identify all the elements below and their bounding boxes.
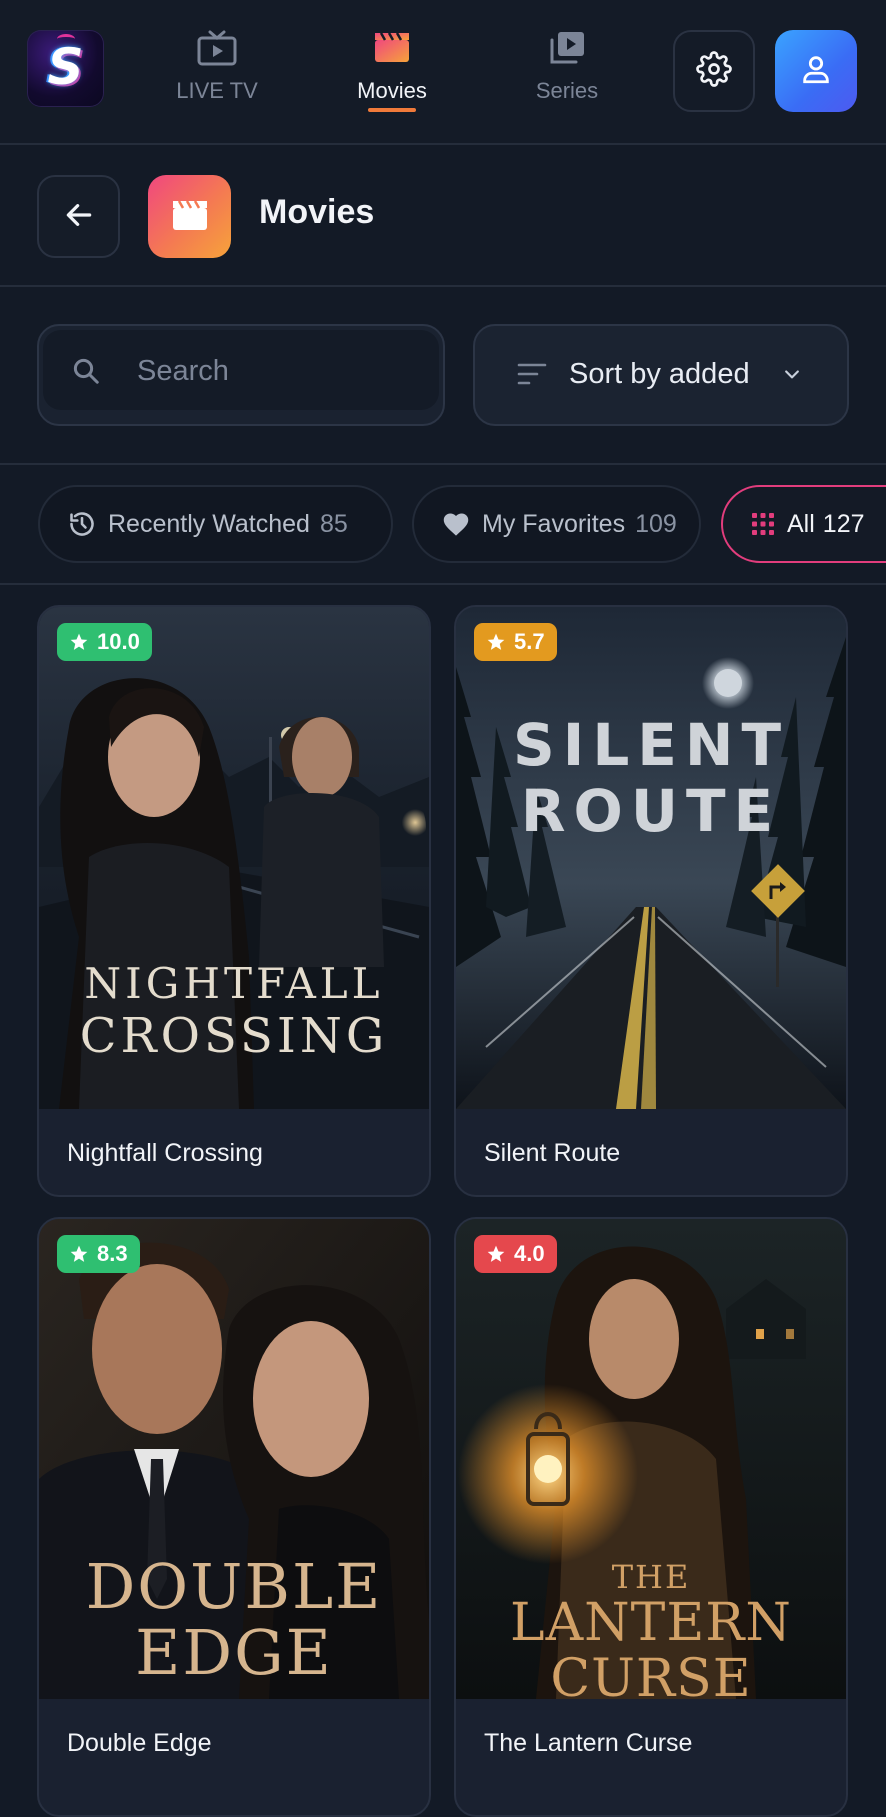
rating-value: 5.7 (514, 629, 545, 654)
user-icon (799, 52, 833, 90)
chip-count: 85 (319, 509, 348, 538)
poster-title-line: CURSE (550, 1649, 752, 1699)
rating-badge: 8.3 (57, 1235, 140, 1273)
profile-button[interactable] (775, 30, 857, 112)
movie-title: Double Edge (67, 1729, 212, 1757)
movie-title: Nightfall Crossing (67, 1139, 263, 1167)
heart-icon (442, 511, 470, 537)
sort-label: Sort by added (569, 358, 750, 390)
rating-value: 4.0 (514, 1241, 545, 1266)
movie-poster[interactable]: SILENT ROUTE (456, 607, 846, 1109)
star-icon (70, 1245, 88, 1262)
active-tab-indicator (368, 108, 416, 112)
movie-title: Silent Route (484, 1139, 621, 1167)
history-icon (68, 510, 96, 538)
page-title: Movies (259, 193, 375, 231)
search-field[interactable] (43, 330, 439, 410)
rating-value: 10.0 (97, 629, 140, 654)
clapperboard-icon (373, 30, 411, 68)
star-icon (70, 633, 88, 650)
poster-title-text: THE LANTERN CURSE (456, 1559, 846, 1699)
chip-count: 109 (635, 509, 677, 538)
rating-badge: 10.0 (57, 623, 152, 661)
search-sort-toolbar: Sort by added (0, 287, 886, 465)
rating-badge: 5.7 (474, 623, 557, 661)
movie-card[interactable]: THE LANTERN CURSE 4.0 The Lantern Curse (454, 1217, 848, 1817)
chip-label: My Favorites (482, 509, 626, 538)
poster-title-line: NIGHTFALL (84, 959, 384, 1008)
poster-title-text: DOUBLE EDGE (39, 1554, 429, 1686)
nav-label-movies: Movies (357, 78, 427, 103)
poster-title-line: LANTERN (510, 1593, 792, 1653)
star-icon (487, 633, 505, 650)
sort-dropdown[interactable]: Sort by added (473, 324, 849, 426)
movie-poster[interactable]: DOUBLE EDGE (39, 1219, 429, 1699)
rating-badge: 4.0 (474, 1235, 557, 1273)
chip-recently-watched[interactable]: Recently Watched 85 (38, 485, 393, 563)
poster-title-text: SILENT ROUTE (456, 712, 846, 844)
chip-count: 127 (822, 509, 865, 538)
movies-section-icon (148, 175, 231, 258)
grid-icon (751, 512, 775, 536)
movie-title: The Lantern Curse (484, 1729, 693, 1757)
movie-card[interactable]: SILENT ROUTE 5.7 Silent Route (454, 605, 848, 1197)
nav-item-movies[interactable]: Movies (340, 28, 444, 118)
nav-label-live-tv: LIVE TV (176, 78, 258, 103)
app-logo[interactable]: S (27, 30, 104, 107)
search-input[interactable] (135, 348, 425, 394)
settings-button[interactable] (673, 30, 755, 112)
movie-card[interactable]: DOUBLE EDGE 8.3 Double Edge (37, 1217, 431, 1817)
chip-my-favorites[interactable]: My Favorites 109 (412, 485, 701, 563)
poster-title-line: THE (611, 1558, 691, 1596)
logo-letter: S (47, 38, 84, 96)
poster-title-line: SILENT (512, 711, 790, 779)
filter-chips: Recently Watched 85 My Favorites 109 All… (0, 465, 886, 585)
poster-title-line: ROUTE (520, 777, 782, 845)
arrow-left-icon (63, 199, 95, 235)
nav-item-live-tv[interactable]: LIVE TV (160, 28, 274, 118)
play-stack-icon (548, 30, 586, 70)
movie-poster[interactable]: THE LANTERN CURSE (456, 1219, 846, 1699)
back-button[interactable] (37, 175, 120, 258)
rating-value: 8.3 (97, 1241, 128, 1266)
nav-item-series[interactable]: Series (515, 28, 619, 118)
poster-title-text: NIGHTFALL CROSSING (39, 959, 429, 1064)
movie-card[interactable]: NIGHTFALL CROSSING 10.0 Nightfall Crossi… (37, 605, 431, 1197)
clapperboard-icon (171, 198, 209, 236)
poster-title-line: DOUBLE (85, 1550, 383, 1623)
search-box[interactable] (37, 324, 445, 426)
chevron-down-icon (781, 364, 803, 388)
movie-poster[interactable]: NIGHTFALL CROSSING (39, 607, 429, 1109)
chip-label: Recently Watched (108, 509, 310, 538)
chip-all[interactable]: All 127 (721, 485, 886, 563)
chip-label: All (787, 509, 815, 538)
top-navigation: S LIVE TV Movies Series (0, 0, 886, 145)
gear-icon (696, 51, 732, 91)
nav-label-series: Series (535, 78, 599, 103)
poster-title-line: EDGE (135, 1616, 333, 1689)
poster-title-line: CROSSING (79, 1008, 389, 1064)
search-icon (71, 356, 101, 390)
sort-lines-icon (517, 362, 547, 390)
page-header: Movies (0, 145, 886, 287)
star-icon (487, 1245, 505, 1262)
tv-icon (197, 30, 237, 70)
